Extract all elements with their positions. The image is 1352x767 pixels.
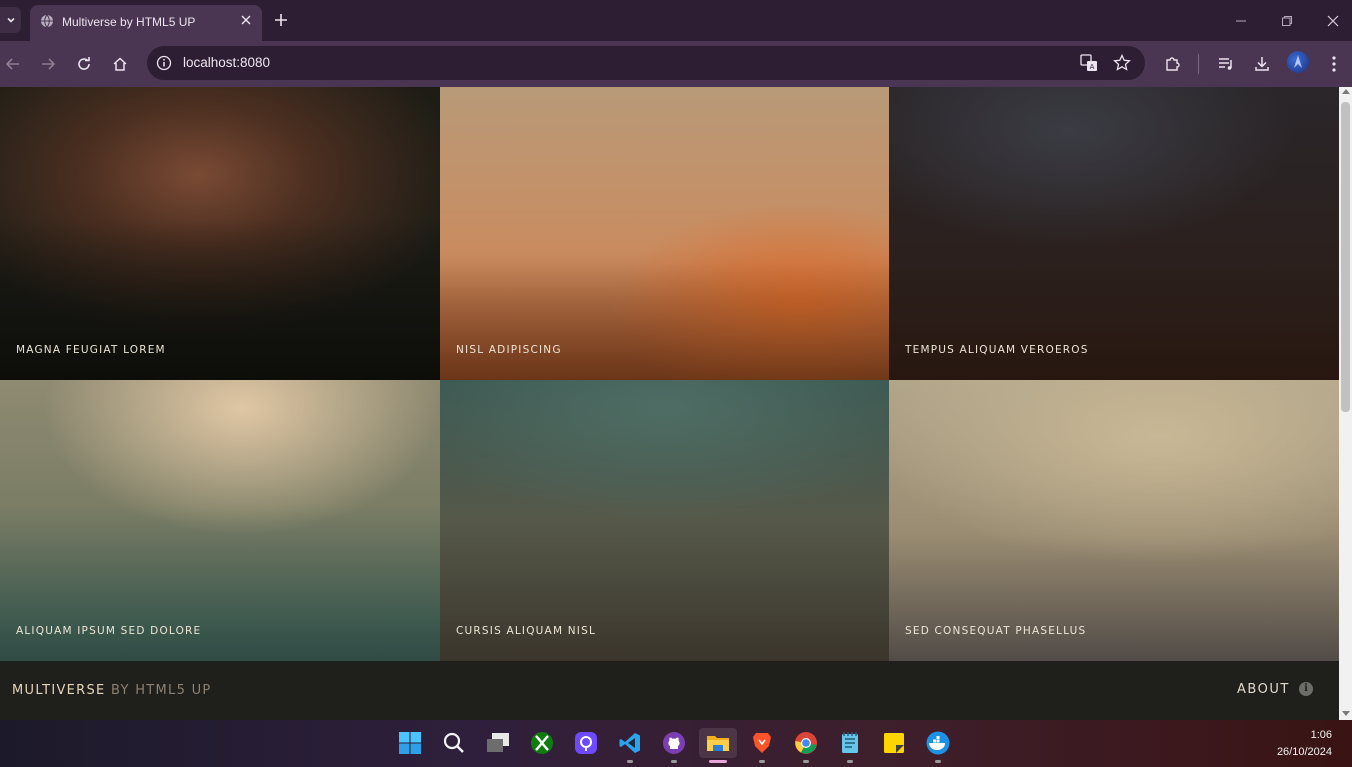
github-icon [663,732,685,754]
gallery-thumb[interactable]: Aliquam ipsum sed dolore [0,380,440,661]
running-indicator [935,760,941,763]
forward-button[interactable] [37,53,59,75]
proton-pass-icon [575,732,597,754]
running-indicator [759,760,765,763]
tab-title: Multiverse by HTML5 UP [62,15,196,29]
minimize-icon [1236,20,1246,22]
page-viewport: Magna feugiat lorem Nisl adipiscing Temp… [0,87,1339,720]
active-indicator [709,760,727,763]
extensions-button[interactable] [1162,53,1184,75]
running-indicator [671,760,677,763]
url-text: localhost:8080 [183,55,271,70]
home-button[interactable] [109,53,131,75]
taskbar-github-desktop[interactable] [659,728,689,763]
toolbar-divider [1198,54,1199,74]
gallery-thumb[interactable]: Tempus aliquam veroeros [889,87,1339,380]
sticky-notes-icon [884,733,904,753]
download-icon [1255,57,1269,71]
taskbar-task-view[interactable] [483,728,513,758]
windows-start-icon [399,732,421,754]
search-icon [443,732,464,753]
thumb-caption: Sed consequat phasellus [905,625,1087,637]
close-icon[interactable] [240,14,252,26]
vscode-icon [619,733,640,753]
profile-avatar[interactable] [1287,51,1309,73]
thumb-caption: Tempus aliquam veroeros [905,344,1089,356]
reload-icon [78,57,90,70]
taskbar-sticky-notes[interactable] [879,728,909,758]
minimize-button[interactable] [1232,12,1250,30]
running-indicator [627,760,633,763]
new-tab-plus-icon[interactable] [272,11,290,29]
taskbar-search[interactable] [439,728,469,758]
thumb-caption: Nisl adipiscing [456,344,562,356]
docker-whale-icon [926,731,950,755]
site-footer-bar: Multiverse by HTML5 UP About i [0,661,1339,720]
taskbar-chrome[interactable] [791,728,821,763]
thumb-caption: Cursis aliquam nisl [456,625,597,637]
folder-icon [707,736,729,751]
gallery-thumb[interactable]: Nisl adipiscing [440,87,889,380]
more-vertical-icon [1332,56,1336,72]
taskbar-docker[interactable] [923,728,953,763]
clock-time[interactable]: 1:06 [1311,729,1332,741]
running-indicator [803,760,809,763]
gallery-thumb[interactable]: Sed consequat phasellus [889,380,1339,661]
brand-credit: by HTML5 UP [111,683,212,698]
taskbar-file-explorer[interactable] [699,728,737,763]
xbox-icon [531,732,553,754]
taskbar-notepad[interactable] [835,728,865,763]
home-icon [113,57,127,71]
scroll-up-arrow-icon[interactable] [1342,89,1350,94]
scroll-down-arrow-icon[interactable] [1342,711,1350,716]
media-control-button[interactable] [1215,53,1237,75]
downloads-button[interactable] [1251,53,1273,75]
browser-tab[interactable]: Multiverse by HTML5 UP [30,5,262,41]
page-scrollbar[interactable] [1339,87,1352,720]
site-info-icon[interactable] [156,55,172,71]
address-bar[interactable]: localhost:8080 A [147,46,1145,80]
running-indicator [847,760,853,763]
svg-text:A: A [1090,63,1095,71]
taskbar-start[interactable] [395,728,425,758]
gallery-thumb[interactable]: Cursis aliquam nisl [440,380,889,661]
taskbar-brave[interactable] [747,728,777,763]
site-brand[interactable]: Multiverse by HTML5 UP [12,683,212,698]
profile-icon [1294,55,1302,68]
browser-tab-bar: Multiverse by HTML5 UP [0,0,1352,41]
arrow-right-icon [42,58,56,70]
brand-name: Multiverse [12,683,106,698]
globe-icon [41,14,53,28]
close-window-button[interactable] [1324,12,1342,30]
task-view-icon [487,733,509,752]
tab-search-button[interactable] [0,7,21,33]
taskbar-xbox[interactable] [527,728,557,758]
browser-toolbar: localhost:8080 A [0,41,1352,87]
restore-button[interactable] [1278,12,1296,30]
restore-icon [1282,16,1292,26]
bookmark-star-icon[interactable] [1113,54,1131,72]
notepad-icon [842,732,858,753]
brave-lion-icon [753,733,771,753]
back-button[interactable] [2,53,24,75]
info-icon[interactable]: i [1299,682,1313,696]
playlist-icon [1219,58,1232,70]
gallery-thumb[interactable]: Magna feugiat lorem [0,87,440,380]
chevron-down-icon [6,17,15,23]
thumb-caption: Magna feugiat lorem [16,344,166,356]
scrollbar-thumb[interactable] [1341,102,1350,412]
taskbar-proton-pass[interactable] [571,728,601,758]
clock-date[interactable]: 26/10/2024 [1277,746,1332,758]
reload-button[interactable] [73,53,95,75]
puzzle-icon [1166,57,1180,71]
chrome-icon [795,732,817,754]
about-link[interactable]: About [1237,682,1290,697]
thumb-caption: Aliquam ipsum sed dolore [16,625,202,637]
browser-menu-button[interactable] [1323,53,1345,75]
close-icon [1327,15,1339,27]
translate-icon[interactable]: A [1080,54,1098,72]
os-taskbar: 1:06 26/10/2024 [0,720,1352,767]
arrow-left-icon [5,58,19,70]
taskbar-vscode[interactable] [615,728,645,763]
